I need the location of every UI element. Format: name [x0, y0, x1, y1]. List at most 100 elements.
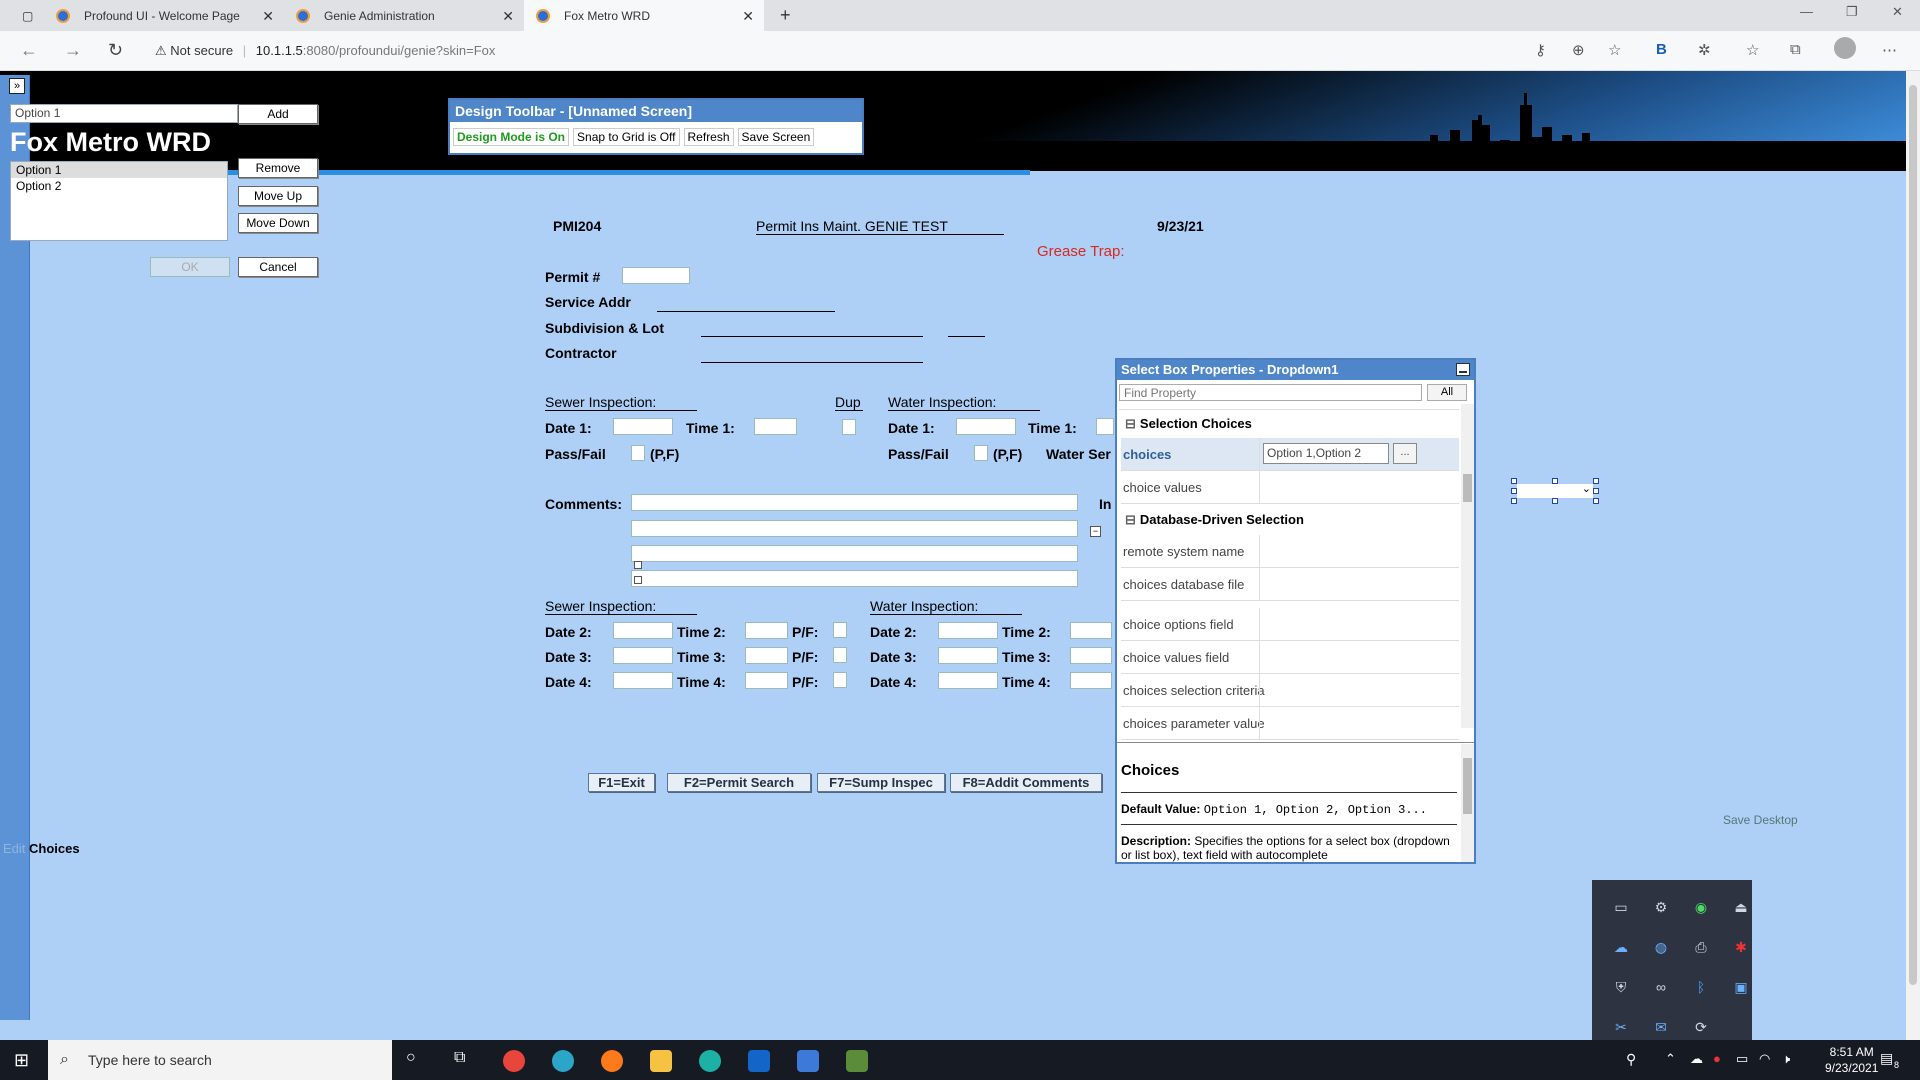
- comments-field-4[interactable]: [631, 570, 1078, 587]
- extensions-icon[interactable]: ✲: [1698, 41, 1711, 59]
- tab-genie-admin[interactable]: Genie Administration ✕: [284, 0, 524, 31]
- sewer-pf4-field[interactable]: [833, 672, 847, 688]
- choices-ellipsis-button[interactable]: ...: [1393, 443, 1417, 464]
- snap-grid-button[interactable]: Snap to Grid is Off: [573, 128, 680, 146]
- people-icon[interactable]: ⚲: [1626, 1051, 1636, 1068]
- zoom-icon[interactable]: ⊕: [1572, 41, 1585, 59]
- more-icon[interactable]: ⋯: [1882, 41, 1897, 59]
- water-date2-field[interactable]: [938, 622, 998, 639]
- tab-fox-metro[interactable]: Fox Metro WRD ✕: [524, 0, 764, 31]
- monitor-icon[interactable]: ▭: [1612, 898, 1630, 916]
- prop-row-selection-criteria[interactable]: choices selection criteria: [1121, 674, 1459, 707]
- resize-handle[interactable]: [1593, 498, 1599, 504]
- scrollbar-thumb[interactable]: [1463, 758, 1472, 814]
- bluetooth-icon[interactable]: ᛒ: [1692, 978, 1710, 996]
- collapse-icon[interactable]: ⊟: [1125, 416, 1136, 431]
- page-scrollbar-thumb[interactable]: [1909, 85, 1917, 985]
- edge-icon[interactable]: [699, 1050, 721, 1072]
- comments-field-2[interactable]: [631, 520, 1078, 537]
- task-view-icon[interactable]: ⧉: [454, 1049, 465, 1067]
- prop-row-parameter-value[interactable]: choices parameter value: [1121, 707, 1459, 740]
- f1-exit-button[interactable]: F1=Exit: [588, 773, 655, 792]
- favorite-add-icon[interactable]: ☆: [1608, 41, 1621, 59]
- save-desktop-link[interactable]: Save Desktop: [1723, 813, 1798, 827]
- expand-icon[interactable]: »: [9, 78, 25, 94]
- favorites-icon[interactable]: ☆: [1746, 41, 1759, 59]
- choices-value-input[interactable]: Option 1,Option 2: [1263, 443, 1389, 464]
- alert-icon[interactable]: ✱: [1732, 938, 1750, 956]
- printer-icon[interactable]: ⎙: [1692, 938, 1710, 956]
- comments-field-1[interactable]: [631, 494, 1078, 511]
- permit-field[interactable]: [622, 267, 690, 284]
- forward-icon[interactable]: →: [64, 40, 82, 61]
- water-time4-field[interactable]: [1070, 672, 1112, 689]
- resize-handle[interactable]: [1593, 488, 1599, 494]
- design-mode-button[interactable]: Design Mode is On: [453, 128, 570, 146]
- ok-button[interactable]: OK: [150, 257, 230, 277]
- terminal-icon[interactable]: [846, 1050, 868, 1072]
- outlook-icon[interactable]: ✉: [1652, 1018, 1670, 1036]
- minimize-icon[interactable]: —: [1800, 4, 1813, 19]
- dropdown-box[interactable]: ⌄: [1517, 483, 1593, 498]
- shield-icon[interactable]: ⛨: [1612, 978, 1630, 996]
- resize-handle[interactable]: [1552, 498, 1558, 504]
- firefox-icon[interactable]: [601, 1050, 623, 1072]
- sewer-date2-field[interactable]: [613, 622, 673, 639]
- list-item[interactable]: Option 2: [11, 178, 227, 194]
- water-date4-field[interactable]: [938, 672, 998, 689]
- comments-field-3[interactable]: [631, 545, 1078, 562]
- category-database-driven[interactable]: ⊟ Database-Driven Selection: [1125, 512, 1304, 528]
- volume-icon[interactable]: 🕨: [1782, 1051, 1790, 1067]
- prop-row-choices[interactable]: choices Option 1,Option 2 ...: [1121, 438, 1459, 471]
- prop-row-remote-system[interactable]: remote system name: [1121, 535, 1459, 568]
- water-date1-field[interactable]: [956, 418, 1016, 435]
- network-tool-icon[interactable]: ⚙: [1652, 898, 1670, 916]
- prop-row-choices-db-file[interactable]: choices database file: [1121, 568, 1459, 601]
- expand-small-icon[interactable]: [634, 576, 642, 584]
- minimize-panel-icon[interactable]: [1456, 363, 1470, 376]
- sewer-time1-field[interactable]: [754, 418, 797, 435]
- save-screen-button[interactable]: Save Screen: [737, 128, 815, 146]
- profile-avatar[interactable]: [1834, 37, 1856, 59]
- display-icon[interactable]: ▣: [1732, 978, 1750, 996]
- onedrive-icon[interactable]: ☁: [1690, 1051, 1703, 1067]
- collapse-icon[interactable]: −: [1090, 526, 1101, 537]
- move-down-button[interactable]: Move Down: [238, 213, 318, 233]
- f2-permit-search-button[interactable]: F2=Permit Search: [667, 773, 811, 792]
- snip-icon[interactable]: ✂: [1612, 1018, 1630, 1036]
- taskbar-clock[interactable]: 8:51 AM 9/23/2021: [1825, 1044, 1878, 1076]
- bing-icon[interactable]: B: [1656, 41, 1667, 58]
- restore-icon[interactable]: ❐: [1846, 4, 1858, 20]
- close-tab-icon[interactable]: ✕: [262, 8, 274, 25]
- water-pass-fail-field[interactable]: [974, 445, 988, 461]
- chrome-icon[interactable]: [503, 1050, 525, 1072]
- taskbar-search[interactable]: ⌕ Type here to search: [48, 1040, 392, 1080]
- scrollbar-thumb[interactable]: [1463, 474, 1472, 502]
- file-explorer-icon[interactable]: [650, 1050, 672, 1072]
- collapse-icon[interactable]: ⊟: [1125, 512, 1136, 527]
- add-choice-button[interactable]: Add: [238, 104, 318, 124]
- water-time3-field[interactable]: [1070, 647, 1112, 664]
- sewer-pass-fail-field[interactable]: [631, 445, 645, 461]
- key-icon[interactable]: ⚷: [1535, 41, 1546, 59]
- notification-icon[interactable]: ▤: [1880, 1050, 1893, 1067]
- sewer-time4-field[interactable]: [745, 672, 788, 689]
- sewer-pf3-field[interactable]: [833, 647, 847, 663]
- cancel-button[interactable]: Cancel: [238, 257, 318, 277]
- remove-choice-button[interactable]: Remove: [238, 158, 318, 178]
- dropdown1-widget[interactable]: ⌄: [1511, 478, 1599, 504]
- find-property-input[interactable]: [1119, 384, 1422, 401]
- water-time1-field[interactable]: [1096, 418, 1114, 435]
- battery-icon[interactable]: ▭: [1736, 1051, 1748, 1067]
- sewer-date1-field[interactable]: [613, 418, 673, 435]
- sewer-pf2-field[interactable]: [833, 622, 847, 638]
- sync-icon[interactable]: ⟳: [1692, 1018, 1710, 1036]
- resize-handle[interactable]: [1511, 498, 1517, 504]
- prop-row-choice-values-field[interactable]: choice values field: [1121, 641, 1459, 674]
- network-icon[interactable]: ◠: [1759, 1051, 1770, 1067]
- collections-icon[interactable]: ⧉: [1790, 41, 1801, 58]
- page-scrollbar[interactable]: [1906, 71, 1920, 1040]
- tab-actions-icon[interactable]: ▢: [10, 0, 44, 31]
- windows-start-icon[interactable]: ⊞: [14, 1050, 29, 1071]
- prop-row-choice-options-field[interactable]: choice options field: [1121, 608, 1459, 641]
